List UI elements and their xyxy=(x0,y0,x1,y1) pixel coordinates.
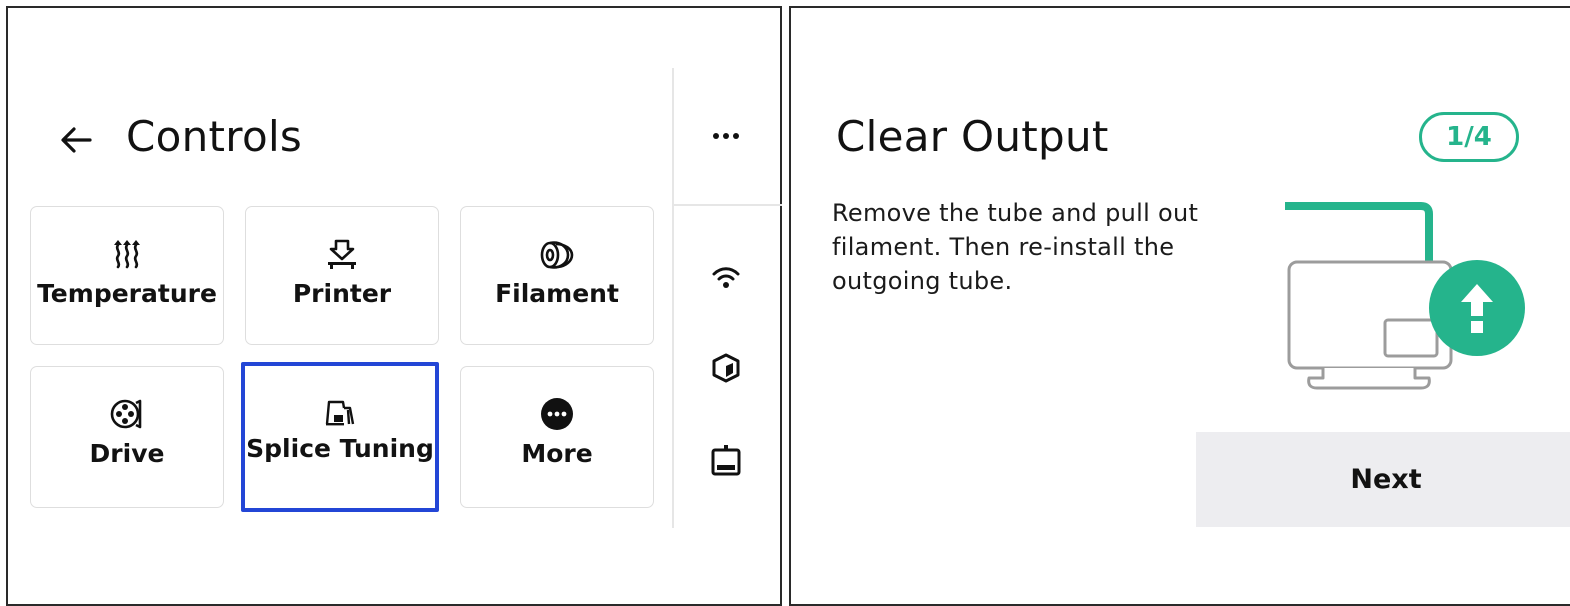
back-arrow-icon[interactable] xyxy=(52,116,100,164)
more-icon xyxy=(539,397,575,431)
instructions-text: Remove the tube and pull out filament. T… xyxy=(832,199,1199,295)
more-horizontal-icon[interactable] xyxy=(706,116,746,156)
tile-splice-tuning[interactable]: Splice Tuning xyxy=(241,362,439,512)
splice-tuning-icon xyxy=(323,394,357,428)
tile-label: More xyxy=(521,439,593,468)
next-button[interactable]: Next xyxy=(1196,432,1570,527)
device-icon[interactable] xyxy=(706,440,746,480)
wizard-panel: Clear Output 1/4 Remove the tube and pul… xyxy=(789,6,1570,606)
clear-output-illustration xyxy=(1285,202,1525,390)
tile-temperature[interactable]: Temperature xyxy=(30,206,224,345)
tile-more[interactable]: More xyxy=(460,366,654,508)
side-rail-divider xyxy=(674,204,782,206)
tile-label: Splice Tuning xyxy=(246,434,434,463)
controls-panel: Controls Temperature Printer Filament Dr… xyxy=(6,6,782,606)
step-counter-badge: 1/4 xyxy=(1419,112,1519,162)
filament-spool-icon xyxy=(538,237,576,271)
cube-icon[interactable] xyxy=(706,348,746,388)
tile-label: Drive xyxy=(89,439,165,468)
tile-label: Filament xyxy=(495,279,619,308)
tile-label: Temperature xyxy=(37,279,217,308)
tile-label: Printer xyxy=(292,279,392,308)
tile-printer[interactable]: Printer xyxy=(245,206,439,345)
printer-icon xyxy=(325,237,359,271)
wizard-title: Clear Output xyxy=(836,112,1109,161)
drive-icon xyxy=(109,397,145,431)
tile-drive[interactable]: Drive xyxy=(30,366,224,508)
page-title: Controls xyxy=(126,112,303,161)
heat-icon xyxy=(110,237,144,271)
tile-filament[interactable]: Filament xyxy=(460,206,654,345)
side-rail-divider xyxy=(672,68,674,528)
wifi-icon[interactable] xyxy=(706,258,746,298)
